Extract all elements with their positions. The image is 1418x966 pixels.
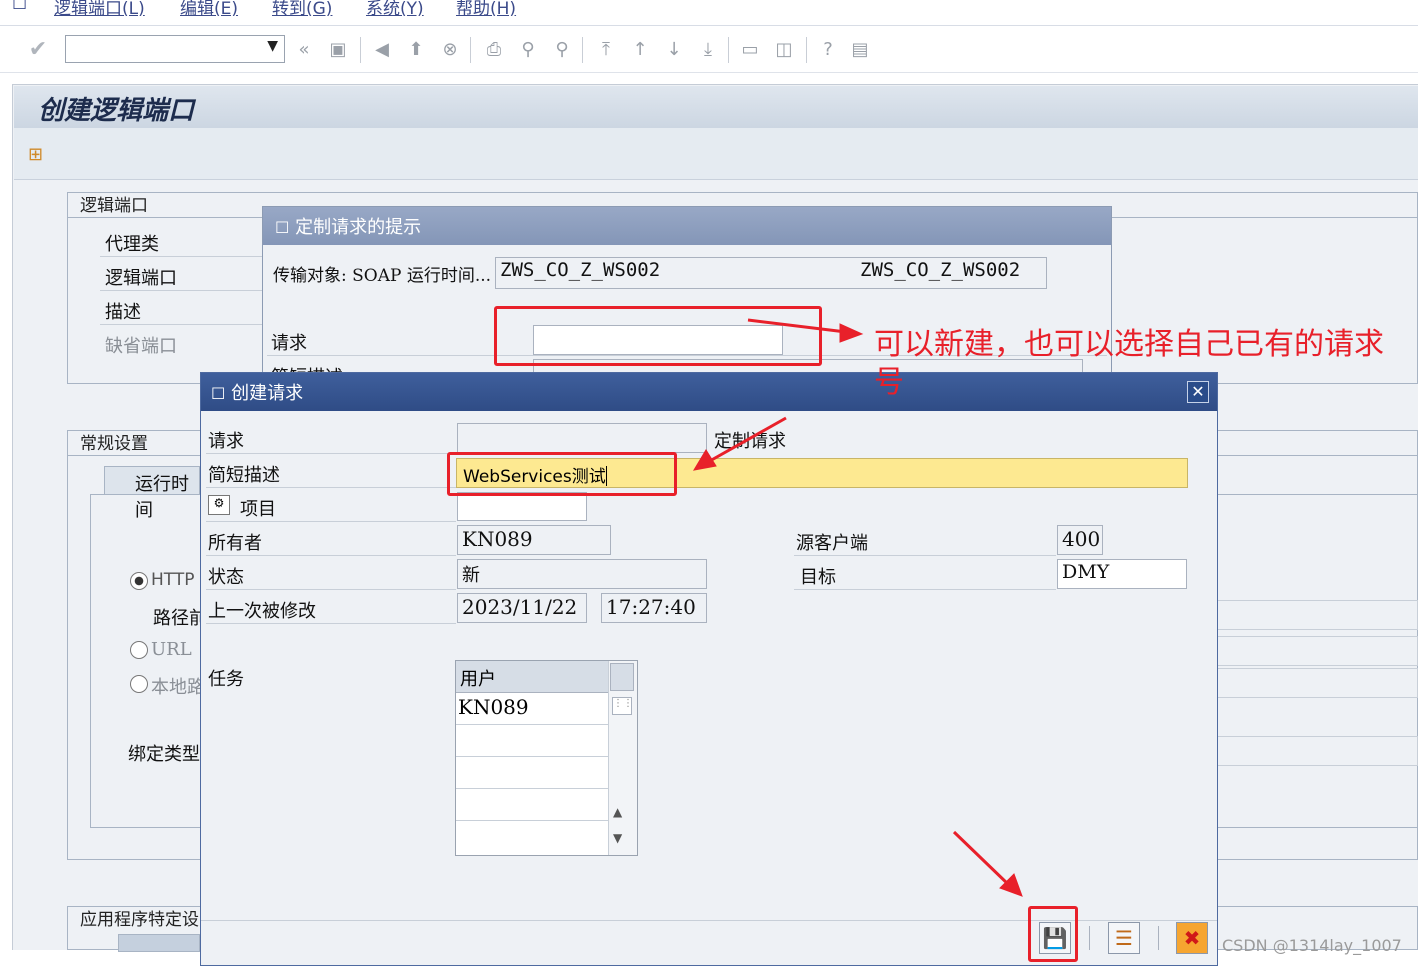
watermark: CSDN @1314lay_1007: [1222, 936, 1402, 955]
arrow-to-note: [747, 318, 847, 334]
arrow-head: [693, 449, 717, 471]
arrow-head: [999, 873, 1023, 897]
arrow-to-description: [707, 416, 787, 464]
arrow-head: [839, 323, 864, 343]
arrow-to-save: [952, 830, 1012, 888]
annotation-arrows: [693, 318, 1023, 897]
